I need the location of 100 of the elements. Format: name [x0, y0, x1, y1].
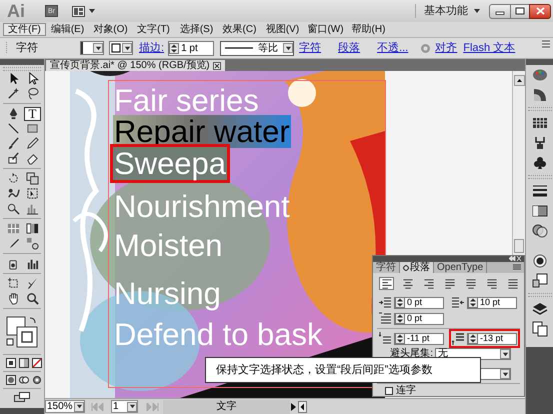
grid-icon — [532, 115, 548, 131]
menu-item[interactable]: 窗口(W) — [304, 23, 347, 36]
canvas-text: Defend to bask — [113, 318, 324, 351]
page-dropdown[interactable]: 1 — [111, 400, 138, 413]
stroke-weight-field[interactable]: 1 pt — [168, 40, 214, 56]
gradient-mode-icon[interactable] — [19, 358, 29, 368]
dashed-square-icon — [7, 277, 20, 290]
column-chart-icon — [26, 257, 39, 270]
menu-item[interactable]: 对象(O) — [89, 23, 132, 36]
tool-button[interactable] — [24, 236, 41, 250]
menu-item[interactable]: 视图(V) — [261, 23, 304, 36]
app-logo: Ai — [7, 2, 25, 20]
zoom-dropdown[interactable]: 150% — [45, 400, 85, 413]
caret-icon — [284, 44, 292, 52]
number-field[interactable]: 0 pt — [394, 296, 444, 309]
knife-icon — [26, 277, 39, 290]
radio-icon — [532, 253, 548, 269]
caret-icon — [88, 7, 96, 15]
tool-button[interactable] — [24, 136, 41, 150]
caret-icon — [473, 7, 481, 15]
menu-item[interactable]: 编辑(E) — [46, 23, 89, 36]
menu-item[interactable]: 效果(C) — [218, 23, 261, 36]
composer-dropdown[interactable] — [481, 368, 511, 380]
close-icon[interactable] — [212, 62, 221, 70]
space-after-icon — [452, 332, 464, 346]
diamond-icon — [403, 264, 409, 271]
panel-link[interactable]: 字符 — [299, 40, 322, 56]
panel-tab[interactable]: 段落 — [400, 262, 434, 274]
draw-normal-icon[interactable] — [6, 375, 16, 385]
align-center-icon — [402, 278, 414, 290]
scroll-thumb[interactable] — [514, 239, 524, 253]
panel-menu-icon[interactable] — [513, 264, 521, 270]
zoom-icon — [26, 292, 39, 305]
minimize-button[interactable] — [489, 4, 511, 18]
document-tab[interactable]: 宣传页背景.ai* @ 150% (RGB/预览) — [46, 60, 225, 71]
scale-icon — [26, 172, 39, 185]
menu-item[interactable]: 文字(T) — [132, 23, 175, 36]
dropdown-value: 无 — [438, 349, 449, 360]
draw-behind-icon[interactable] — [19, 375, 29, 385]
stroke-link[interactable]: 描边: — [139, 40, 164, 56]
panel-link[interactable]: 段落 — [338, 40, 360, 56]
left-indent-icon — [379, 296, 391, 310]
layout-grid-icon — [72, 6, 85, 16]
grip-icon — [5, 41, 8, 55]
rectangle-icon — [26, 122, 39, 135]
none-mode-icon[interactable] — [32, 358, 42, 368]
close-button[interactable] — [529, 4, 551, 18]
tool-button[interactable] — [5, 202, 22, 216]
panel-menu-icon[interactable] — [542, 40, 550, 48]
gradient-icon — [26, 222, 39, 235]
caret-icon — [94, 44, 102, 52]
workspace-switcher[interactable]: 基本功能 — [424, 2, 481, 20]
right-indent-icon — [452, 296, 464, 310]
tool-button[interactable] — [24, 222, 41, 236]
eraser-icon — [26, 152, 39, 165]
diagonal-line-icon — [7, 122, 20, 135]
tool-button[interactable]: T — [24, 106, 41, 120]
wand-icon — [7, 87, 20, 100]
callout-tooltip: 保持文字选择状态，设置“段后间距”选项参数 — [205, 357, 481, 383]
number-field[interactable]: -13 pt — [467, 332, 517, 345]
profile-label: 等比 — [258, 42, 280, 56]
close-icon — [536, 7, 544, 15]
layout-button[interactable] — [72, 6, 96, 16]
color-mode-icon[interactable] — [6, 358, 16, 368]
brush-icon — [7, 137, 20, 150]
menu-item[interactable]: 文件(F) — [3, 23, 46, 36]
panel-link[interactable]: 对齐 — [435, 40, 458, 56]
panel-link[interactable]: Flash 文本 — [463, 40, 516, 56]
number-field[interactable]: 10 pt — [467, 296, 517, 309]
back-icon[interactable] — [298, 400, 307, 412]
number-field[interactable]: 0 pt — [394, 312, 444, 325]
collapse-close-icon[interactable] — [509, 256, 521, 262]
scroll-up-icon[interactable] — [514, 75, 524, 86]
alignment-button[interactable] — [379, 277, 394, 290]
hand-icon — [7, 292, 20, 305]
vertical-scrollbar[interactable] — [512, 71, 525, 255]
space-before-icon — [379, 332, 391, 346]
justify-center-icon — [464, 278, 476, 290]
draw-inside-icon[interactable] — [32, 375, 42, 385]
hyphenate-checkbox[interactable]: 连字 — [385, 386, 524, 396]
menu-item[interactable]: 帮助(H) — [347, 23, 390, 36]
tool-button[interactable] — [24, 172, 41, 186]
justify-right-icon — [486, 278, 498, 290]
panel-tab[interactable]: OpenType — [434, 262, 488, 274]
canvas-text: Repair water — [113, 115, 291, 148]
pen-nib-icon — [7, 107, 20, 120]
screen-mode-icon[interactable] — [14, 392, 30, 402]
fill-dropdown[interactable] — [80, 41, 104, 55]
dropdown-value: 150% — [47, 402, 74, 412]
stroke-dropdown[interactable] — [109, 41, 133, 55]
restore-button[interactable] — [511, 4, 529, 18]
stroke-profile-dropdown[interactable]: 等比 — [220, 40, 294, 56]
spinner-icon — [395, 297, 405, 308]
align-left-icon — [380, 278, 392, 290]
menu-item[interactable]: 选择(S) — [175, 23, 218, 36]
number-field[interactable]: -11 pt — [394, 332, 444, 345]
panel-link[interactable]: 不透... — [377, 40, 408, 56]
triangle-gradient-icon — [532, 87, 548, 103]
panel-tab[interactable]: 字符 — [373, 262, 400, 274]
tool-button[interactable] — [24, 292, 41, 306]
